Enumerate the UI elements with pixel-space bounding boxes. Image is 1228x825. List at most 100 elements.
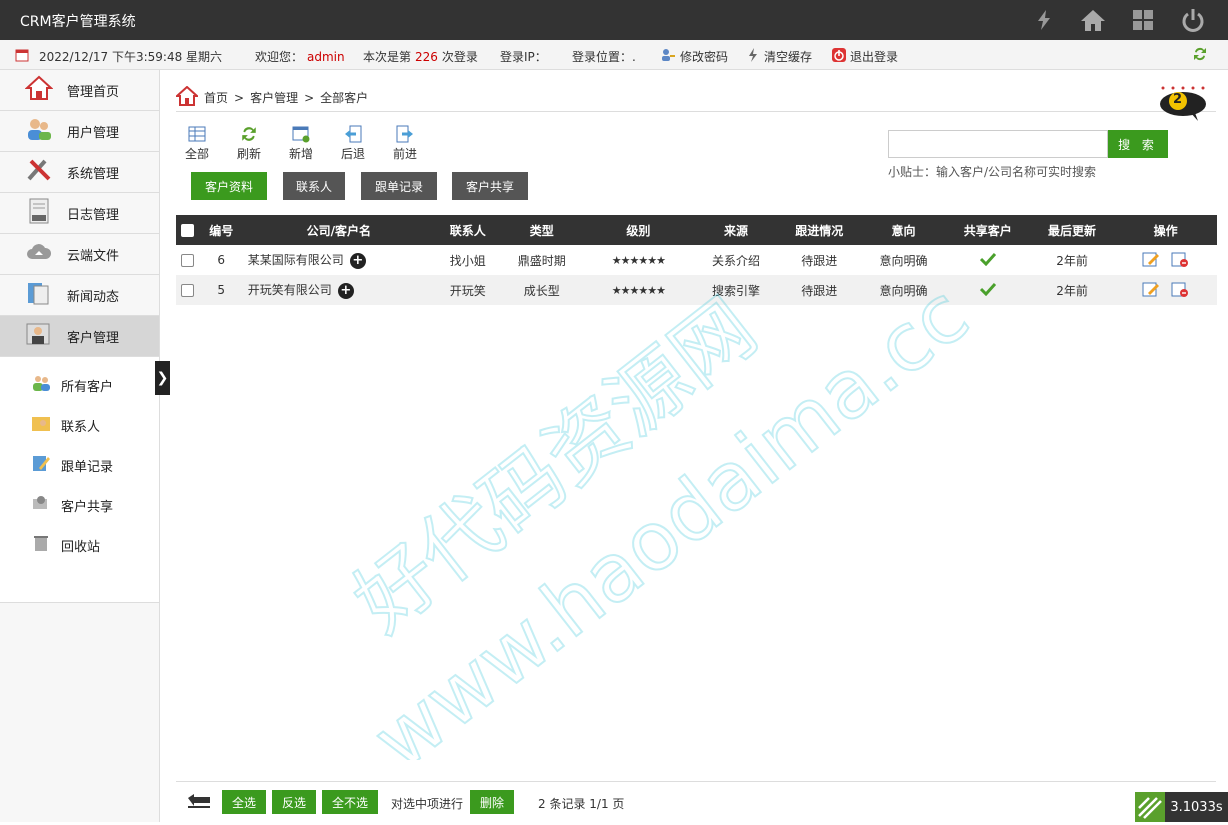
edit-icon[interactable] bbox=[1142, 282, 1160, 300]
table-row: 5 开玩笑有限公司 + 开玩笑 成长型 ★★★★★★ 搜索引擎 待跟进 意向明确 … bbox=[176, 275, 1217, 305]
select-all-button[interactable]: 全选 bbox=[222, 790, 266, 814]
delete-button[interactable]: 删除 bbox=[470, 790, 514, 814]
company-link[interactable]: 开玩笑有限公司 bbox=[248, 283, 332, 297]
select-none-button[interactable]: 全不选 bbox=[322, 790, 378, 814]
sidebar-item-logs[interactable]: 日志管理 bbox=[0, 193, 159, 234]
sidebar-subitem-all-customers[interactable]: 所有客户 bbox=[0, 365, 159, 405]
cell-updated: 2年前 bbox=[1029, 245, 1115, 275]
breadcrumb-page: 全部客户 bbox=[320, 91, 369, 105]
check-icon bbox=[979, 282, 996, 299]
users-icon bbox=[25, 116, 53, 146]
username: admin bbox=[307, 49, 345, 64]
tab-follow-records[interactable]: 跟单记录 bbox=[361, 172, 437, 200]
plus-icon[interactable]: + bbox=[337, 282, 354, 299]
refresh-icon[interactable] bbox=[1192, 46, 1208, 65]
cell-id: 5 bbox=[198, 275, 244, 305]
logout-link[interactable]: 退出登录 bbox=[832, 48, 898, 65]
batch-label: 对选中项进行 bbox=[391, 797, 464, 811]
customer-table: 编号 公司/客户名 联系人 类型 级别 来源 跟进情况 意向 共享客户 最后更新… bbox=[176, 215, 1217, 305]
forward-icon bbox=[396, 125, 414, 143]
col-actions: 操作 bbox=[1114, 215, 1217, 245]
table-header-row: 编号 公司/客户名 联系人 类型 级别 来源 跟进情况 意向 共享客户 最后更新… bbox=[176, 215, 1217, 245]
load-timer: 3.1033s bbox=[1135, 792, 1228, 822]
cell-source: 关系介绍 bbox=[694, 245, 778, 275]
cell-company: 某某国际有限公司 + bbox=[243, 245, 434, 275]
sidebar-item-news[interactable]: 新闻动态 bbox=[0, 275, 159, 316]
sidebar-subitem-share[interactable]: 客户共享 bbox=[0, 485, 159, 525]
breadcrumb-section[interactable]: 客户管理 bbox=[250, 89, 298, 106]
check-icon bbox=[979, 252, 996, 269]
share-icon bbox=[31, 494, 51, 516]
stripes-logo-icon bbox=[1135, 792, 1165, 822]
select-all-checkbox[interactable] bbox=[176, 215, 199, 245]
invert-selection-button[interactable]: 反选 bbox=[272, 790, 316, 814]
log-icon bbox=[25, 198, 53, 228]
search-tip: 小贴士：输入客户/公司名称可实时搜索 bbox=[888, 165, 1097, 179]
welcome-text: 欢迎您： admin bbox=[255, 49, 345, 65]
message-count: 2 bbox=[1173, 92, 1183, 107]
sidebar-subitem-follow-records[interactable]: 跟单记录 bbox=[0, 445, 159, 485]
cell-level: ★★★★★★ bbox=[581, 245, 695, 275]
power-icon[interactable] bbox=[1179, 6, 1207, 34]
collapse-sidebar-button[interactable]: ❯ bbox=[155, 361, 170, 395]
col-id: 编号 bbox=[198, 215, 244, 245]
customer-icon bbox=[25, 321, 53, 351]
row-checkbox[interactable] bbox=[180, 284, 194, 297]
sidebar-item-system[interactable]: 系统管理 bbox=[0, 152, 159, 193]
sidebar-submenu: 所有客户 联系人 跟单记录 客户共享 回收站 bbox=[0, 357, 159, 603]
tab-customer-share[interactable]: 客户共享 bbox=[452, 172, 528, 200]
grid-icon[interactable] bbox=[1129, 6, 1157, 34]
people-icon bbox=[31, 374, 51, 396]
user-key-icon bbox=[660, 48, 676, 65]
search-input[interactable] bbox=[888, 130, 1108, 158]
col-intent: 意向 bbox=[861, 215, 946, 245]
login-count: 226 bbox=[415, 49, 438, 64]
breadcrumb-home[interactable]: 首页 bbox=[204, 89, 228, 106]
tab-customer-info[interactable]: 客户资料 bbox=[191, 172, 267, 200]
sidebar-item-customers[interactable]: 客户管理 bbox=[0, 316, 159, 357]
table-row: 6 某某国际有限公司 + 找小姐 鼎盛时期 ★★★★★★ 关系介绍 待跟进 意向明… bbox=[176, 245, 1217, 275]
house-icon bbox=[24, 75, 54, 105]
sidebar-item-users[interactable]: 用户管理 bbox=[0, 111, 159, 152]
cell-actions bbox=[1114, 275, 1217, 305]
delete-icon[interactable] bbox=[1171, 282, 1189, 300]
cell-intent: 意向明确 bbox=[861, 275, 946, 305]
cell-shared bbox=[945, 245, 1030, 275]
toolbar-add-button[interactable]: 新增 bbox=[281, 125, 321, 162]
app-title: CRM客户管理系统 bbox=[20, 14, 136, 30]
search-button[interactable]: 搜 索 bbox=[1108, 130, 1168, 158]
delete-icon[interactable] bbox=[1171, 252, 1189, 270]
divider bbox=[176, 781, 1216, 782]
cell-contact: 开玩笑 bbox=[433, 275, 502, 305]
cell-level: ★★★★★★ bbox=[581, 275, 695, 305]
home-icon[interactable] bbox=[174, 85, 200, 109]
sidebar-item-home[interactable]: 管理首页 bbox=[0, 70, 159, 111]
col-contact: 联系人 bbox=[433, 215, 502, 245]
sidebar-subitem-contacts[interactable]: 联系人 bbox=[0, 405, 159, 445]
toolbar-forward-button[interactable]: 前进 bbox=[385, 125, 425, 162]
company-link[interactable]: 某某国际有限公司 bbox=[248, 253, 344, 267]
col-source: 来源 bbox=[694, 215, 778, 245]
toolbar-refresh-button[interactable]: 刷新 bbox=[229, 125, 269, 162]
timer-value: 3.1033s bbox=[1165, 792, 1228, 822]
sidebar-item-cloud[interactable]: 云端文件 bbox=[0, 234, 159, 275]
edit-icon[interactable] bbox=[1142, 252, 1160, 270]
cell-type: 鼎盛时期 bbox=[501, 245, 582, 275]
cell-updated: 2年前 bbox=[1029, 275, 1115, 305]
toolbar-back-button[interactable]: 后退 bbox=[333, 125, 373, 162]
trash-icon bbox=[31, 534, 51, 556]
clear-cache-link[interactable]: 清空缓存 bbox=[746, 48, 812, 65]
switch-icon[interactable] bbox=[1030, 6, 1058, 34]
col-shared: 共享客户 bbox=[945, 215, 1030, 245]
row-checkbox[interactable] bbox=[180, 254, 194, 267]
sidebar-subitem-recycle[interactable]: 回收站 bbox=[0, 525, 159, 565]
message-badge[interactable]: 2 bbox=[1160, 86, 1206, 121]
pagination-info: 2 条记录 1/1 页 bbox=[538, 797, 625, 811]
back-to-top-icon[interactable] bbox=[186, 794, 212, 813]
plus-icon[interactable]: + bbox=[349, 252, 366, 269]
home-icon[interactable] bbox=[1079, 6, 1107, 34]
toolbar-all-button[interactable]: 全部 bbox=[177, 125, 217, 162]
change-password-link[interactable]: 修改密码 bbox=[660, 48, 728, 65]
tab-contacts[interactable]: 联系人 bbox=[283, 172, 345, 200]
login-ip: 登录IP： bbox=[500, 50, 547, 64]
